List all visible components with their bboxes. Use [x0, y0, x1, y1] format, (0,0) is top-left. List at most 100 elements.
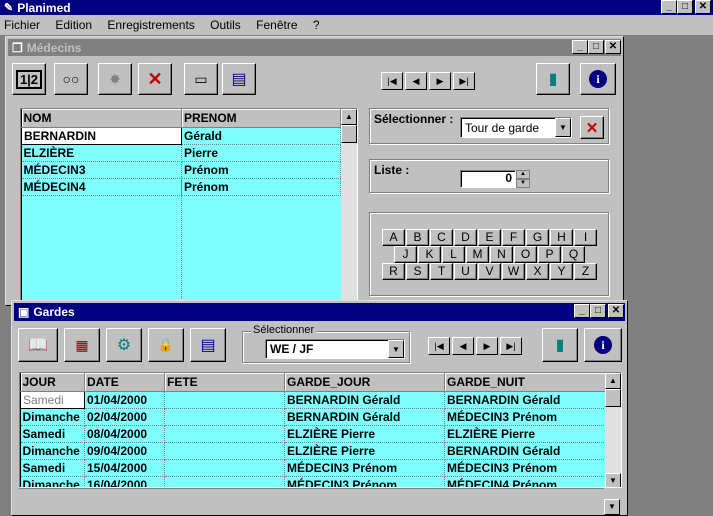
gardes-info-button[interactable]: i — [584, 328, 622, 362]
gardes-document-button[interactable]: ▤ — [190, 328, 226, 362]
letter-button-y[interactable]: Y — [550, 263, 573, 280]
info-button[interactable]: i — [580, 63, 616, 95]
cell-jour[interactable]: Dimanche — [20, 476, 85, 487]
liste-spinner-input[interactable]: 0 — [460, 170, 516, 188]
gardes-exit-button[interactable]: ▮ — [542, 328, 578, 362]
gardes-minimize-button[interactable]: _ — [574, 304, 590, 318]
gardes-book-button[interactable]: 📖 — [18, 328, 58, 362]
cell-garde-nuit[interactable]: ELZIÈRE Pierre — [444, 425, 606, 443]
menu-fenetre[interactable]: Fenêtre — [256, 18, 297, 32]
table-row[interactable]: Samedi 15/04/2000 MÉDECIN3 Prénom MÉDECI… — [20, 459, 606, 477]
clear-selection-button[interactable]: ✕ — [580, 116, 604, 139]
cell-nom[interactable]: ELZIÈRE — [21, 144, 182, 162]
gardes-close-button[interactable]: ✕ — [608, 304, 624, 318]
cell-fete[interactable] — [164, 459, 285, 477]
medecins-close-button[interactable]: ✕ — [605, 40, 621, 54]
next-record-button[interactable]: ▶ — [476, 337, 498, 355]
column-header-prenom[interactable]: PRENOM — [181, 109, 341, 128]
cell-nom[interactable]: MÉDECIN4 — [21, 178, 182, 196]
letter-button-e[interactable]: E — [478, 229, 501, 246]
letter-button-n[interactable]: N — [490, 246, 513, 263]
chevron-down-icon[interactable]: ▼ — [555, 118, 571, 137]
letter-button-t[interactable]: T — [430, 263, 453, 280]
cell-jour[interactable]: Samedi — [20, 425, 85, 443]
letter-button-o[interactable]: O — [514, 246, 537, 263]
last-record-button[interactable]: ▶| — [500, 337, 522, 355]
table-row[interactable]: Dimanche 02/04/2000 BERNARDIN Gérald MÉD… — [20, 408, 606, 426]
column-header-date[interactable]: DATE — [84, 373, 165, 392]
chevron-down-icon[interactable]: ▼ — [388, 340, 404, 358]
cell-garde-nuit[interactable]: MÉDECIN3 Prénom — [444, 408, 606, 426]
letter-button-a[interactable]: A — [382, 229, 405, 246]
lock-button[interactable]: 🔒 — [148, 328, 184, 362]
cell-jour[interactable]: Samedi — [20, 390, 85, 409]
cell-jour[interactable]: Dimanche — [20, 408, 85, 426]
minimize-button[interactable]: _ — [661, 0, 677, 14]
table-row[interactable]: Samedi 01/04/2000 BERNARDIN Gérald BERNA… — [20, 390, 606, 409]
cell-prenom[interactable]: Prénom — [181, 178, 341, 196]
cell-garde-jour[interactable]: BERNARDIN Gérald — [284, 391, 445, 409]
cell-fete[interactable] — [164, 425, 285, 443]
gardes-footer-scroll-down[interactable]: ▼ — [604, 499, 620, 515]
cell-garde-nuit[interactable]: BERNARDIN Gérald — [444, 442, 606, 460]
medecins-maximize-button[interactable]: □ — [588, 40, 604, 54]
document-button[interactable]: ▤ — [222, 63, 256, 95]
cell-garde-jour[interactable]: MÉDECIN3 Prénom — [284, 476, 445, 487]
table-row[interactable]: Dimanche 09/04/2000 ELZIÈRE Pierre BERNA… — [20, 442, 606, 460]
letter-button-v[interactable]: V — [478, 263, 501, 280]
letter-button-q[interactable]: Q — [562, 246, 585, 263]
liste-spinner-buttons[interactable]: ▲ ▼ — [516, 170, 530, 188]
prev-record-button[interactable]: ◀ — [405, 72, 427, 90]
column-header-garde-jour[interactable]: GARDE_JOUR — [284, 373, 445, 392]
medecins-minimize-button[interactable]: _ — [572, 40, 588, 54]
cell-fete[interactable] — [164, 408, 285, 426]
menu-enregistrements[interactable]: Enregistrements — [107, 18, 194, 32]
gardes-filter-select[interactable]: WE / JF ▼ — [265, 339, 405, 359]
table-row[interactable]: BERNARDIN Gérald — [21, 126, 341, 145]
table-row[interactable]: Dimanche 16/04/2000 MÉDECIN3 Prénom MÉDE… — [20, 476, 606, 487]
letter-button-k[interactable]: K — [418, 246, 441, 263]
letter-button-r[interactable]: R — [382, 263, 405, 280]
letter-button-f[interactable]: F — [502, 229, 525, 246]
spin-up-icon[interactable]: ▲ — [516, 170, 530, 179]
last-record-button[interactable]: ▶| — [453, 72, 475, 90]
card-button[interactable]: ▭ — [184, 63, 218, 95]
letter-button-g[interactable]: G — [526, 229, 549, 246]
cell-garde-nuit[interactable]: BERNARDIN Gérald — [444, 391, 606, 409]
gardes-vscrollbar[interactable]: ▲ ▼ — [605, 373, 621, 487]
table-row[interactable]: Samedi 08/04/2000 ELZIÈRE Pierre ELZIÈRE… — [20, 425, 606, 443]
cell-date[interactable]: 02/04/2000 — [84, 408, 165, 426]
prev-record-button[interactable]: ◀ — [452, 337, 474, 355]
column-header-nom[interactable]: NOM — [21, 109, 182, 128]
cell-garde-jour[interactable]: BERNARDIN Gérald — [284, 408, 445, 426]
letter-button-x[interactable]: X — [526, 263, 549, 280]
first-record-button[interactable]: |◀ — [428, 337, 450, 355]
table-row[interactable]: ELZIÈRE Pierre — [21, 144, 341, 162]
tour-de-garde-select[interactable]: Tour de garde ▼ — [460, 117, 572, 138]
cell-prenom[interactable]: Prénom — [181, 161, 341, 179]
table-row[interactable]: MÉDECIN3 Prénom — [21, 161, 341, 179]
letter-button-c[interactable]: C — [430, 229, 453, 246]
cell-garde-nuit[interactable]: MÉDECIN3 Prénom — [444, 459, 606, 477]
menu-edition[interactable]: Edition — [55, 18, 92, 32]
delete-button[interactable]: ✕ — [138, 63, 172, 95]
cell-jour[interactable]: Dimanche — [20, 442, 85, 460]
menu-fichier[interactable]: Fichier — [4, 18, 40, 32]
maximize-button[interactable]: □ — [677, 0, 693, 14]
list-view-button[interactable]: 1|2 — [12, 63, 46, 95]
cell-date[interactable]: 08/04/2000 — [84, 425, 165, 443]
medecins-vscrollbar[interactable]: ▲ — [341, 109, 357, 300]
letter-button-l[interactable]: L — [442, 246, 465, 263]
cell-fete[interactable] — [164, 476, 285, 487]
settings-button[interactable]: ⚙ — [106, 328, 142, 362]
cell-date[interactable]: 09/04/2000 — [84, 442, 165, 460]
cell-fete[interactable] — [164, 391, 285, 409]
column-header-jour[interactable]: JOUR — [20, 373, 85, 392]
letter-button-u[interactable]: U — [454, 263, 477, 280]
letter-button-s[interactable]: S — [406, 263, 429, 280]
scroll-down-button[interactable]: ▼ — [605, 473, 621, 487]
cell-garde-jour[interactable]: ELZIÈRE Pierre — [284, 442, 445, 460]
cell-fete[interactable] — [164, 442, 285, 460]
spin-down-icon[interactable]: ▼ — [516, 179, 530, 188]
letter-button-m[interactable]: M — [466, 246, 489, 263]
